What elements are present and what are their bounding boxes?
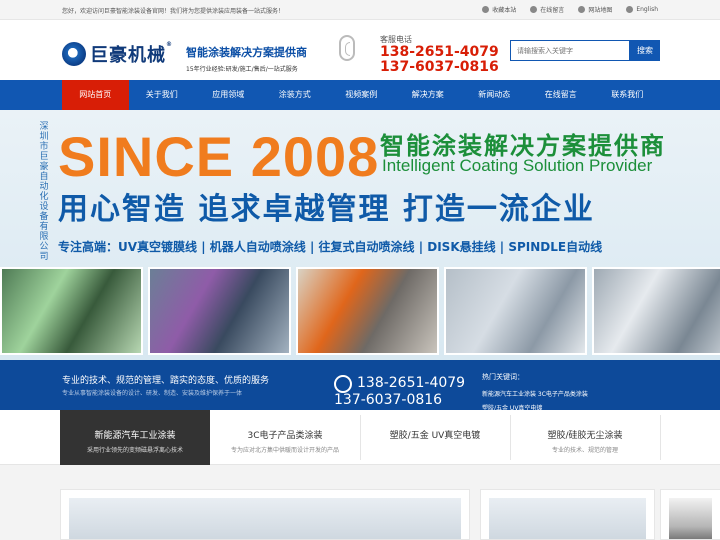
product-image [489, 498, 646, 539]
nav-coating-methods[interactable]: 涂装方式 [262, 80, 329, 110]
service-line-2: 专业从事智能涂装设备的设计、研发、制造、安装及维护保养于一体 [62, 390, 243, 397]
logo-mark-icon [62, 42, 86, 66]
factory-photo [0, 267, 143, 355]
hotline: 客服电话 138-2651-4079 137-6037-0816 [380, 34, 499, 75]
english-link[interactable]: English [626, 5, 658, 14]
product-image [69, 498, 461, 539]
hot-keywords: 热门关键词： 新能源汽车工业涂装 3C电子产品类涂装 塑胶/五金 UV真空电镀 [474, 360, 720, 412]
phone-icon [334, 375, 352, 393]
tab-divider [660, 415, 661, 460]
factory-photo [444, 267, 587, 355]
bookmark-link[interactable]: 收藏本站 [482, 5, 516, 14]
message-label: 在线留言 [540, 7, 565, 14]
star-icon [482, 6, 490, 13]
message-link[interactable]: 在线留言 [530, 5, 564, 14]
message-icon [530, 6, 538, 13]
top-links: 收藏本站 在线留言 网站地图 English [482, 5, 658, 14]
product-card[interactable] [660, 489, 720, 540]
product-gallery [0, 465, 720, 540]
factory-photo [296, 267, 439, 355]
sitemap-link[interactable]: 网站地图 [578, 5, 612, 14]
factory-photo [148, 267, 291, 355]
slogan-sub: 15年行业经验:研发/施工/售后/一站式服务 [186, 66, 298, 73]
tab-dustfree-coating[interactable]: 塑胶/硅胶无尘涂装 专业的技术、规范的管理 [510, 410, 660, 465]
welcome-text: 您好，欢迎访问巨豪智能涂装设备官网！我们将为您提供涂装应用装备一站式服务！ [62, 8, 285, 15]
logo-text: 巨豪机械® [90, 41, 173, 67]
hotline-phone-1: 138-2651-4079 [380, 44, 499, 60]
banner-en-title: Intelligent Coating Solution Provider [382, 156, 653, 175]
nav-applications[interactable]: 应用领域 [195, 80, 262, 110]
tab-ev-coating[interactable]: 新能源汽车工业涂装 采用行业领先的变频磁悬浮离心技术 [60, 410, 210, 471]
globe-icon [626, 6, 634, 13]
category-tabs: 新能源汽车工业涂装 采用行业领先的变频磁悬浮离心技术 3C电子产品类涂装 专为应… [0, 410, 720, 471]
logo-name: 巨豪机械 [90, 45, 166, 66]
nav-about[interactable]: 关于我们 [129, 80, 196, 110]
english-label: English [636, 6, 658, 13]
factory-photo [592, 267, 720, 355]
tab-3c-coating[interactable]: 3C电子产品类涂装 专为应对北方集中供暖而设计开发的产品 [210, 410, 360, 465]
search-button[interactable]: 搜索 [630, 40, 660, 61]
logo[interactable]: 巨豪机械® [62, 41, 173, 67]
registered-mark: ® [166, 41, 173, 48]
nav-solutions[interactable]: 解决方案 [395, 80, 462, 110]
banner-photos [0, 267, 720, 355]
hot-keywords-title: 热门关键词： [482, 373, 524, 381]
tab-uv-vacuum[interactable]: 塑胶/五金 UV真空电镀 [360, 410, 510, 465]
tab-title: 塑胶/五金 UV真空电镀 [389, 431, 481, 441]
tab-desc: 采用行业领先的变频磁悬浮离心技术 [86, 447, 183, 454]
nav-news[interactable]: 新闻动态 [461, 80, 528, 110]
banner-focus: 专注高端：UV真空镀膜线 | 机器人自动喷涂线 | 往复式自动喷涂线 | DIS… [58, 240, 603, 254]
nav-home[interactable]: 网站首页 [62, 80, 129, 110]
search-input[interactable] [510, 40, 630, 61]
slogan: 智能涂装解决方案提供商 15年行业经验:研发/施工/售后/一站式服务 [186, 44, 307, 73]
header: 巨豪机械® 智能涂装解决方案提供商 15年行业经验:研发/施工/售后/一站式服务… [0, 20, 720, 80]
main-nav: 网站首页 关于我们 应用领域 涂装方式 视频案例 解决方案 新闻动态 在线留言 … [0, 80, 720, 110]
product-image [669, 498, 712, 539]
search-box: 搜索 [510, 40, 660, 61]
phone-icon [339, 35, 355, 61]
band-phone-1: 138-2651-4079 [357, 375, 466, 391]
nav-message[interactable]: 在线留言 [528, 80, 595, 110]
band-phone-2: 137-6037-0816 [334, 392, 443, 408]
tab-title: 塑胶/硅胶无尘涂装 [547, 431, 623, 441]
product-card[interactable] [60, 489, 470, 540]
top-bar: 您好，欢迎访问巨豪智能涂装设备官网！我们将为您提供涂装应用装备一站式服务！ 收藏… [0, 0, 720, 20]
sitemap-label: 网站地图 [588, 7, 613, 14]
bookmark-label: 收藏本站 [492, 7, 517, 14]
sitemap-icon [578, 6, 586, 13]
banner-slogan: 用心智造 追求卓越管理 打造一流企业 [58, 192, 595, 227]
since-text: SINCE 2008 [58, 125, 380, 188]
tab-title: 3C电子产品类涂装 [247, 431, 323, 441]
tab-desc: 专业的技术、规范的管理 [551, 447, 618, 454]
hero-banner[interactable]: 深圳市巨豪自动化设备有限公司 SINCE 2008 智能涂装解决方案提供商 In… [0, 110, 720, 360]
slogan-main: 智能涂装解决方案提供商 [186, 46, 307, 59]
service-line-1: 专业的技术、规范的管理、踏实的态度、优质的服务 [62, 376, 270, 386]
nav-video-cases[interactable]: 视频案例 [328, 80, 395, 110]
hotline-phone-2: 137-6037-0816 [380, 59, 499, 75]
product-card[interactable] [480, 489, 655, 540]
hot-keywords-line-1[interactable]: 新能源汽车工业涂装 3C电子产品类涂装 [482, 389, 588, 398]
tab-title: 新能源汽车工业涂装 [94, 431, 176, 441]
tab-desc: 专为应对北方集中供暖而设计开发的产品 [230, 447, 339, 454]
company-vertical-text: 深圳市巨豪自动化设备有限公司 [39, 122, 49, 262]
nav-contact[interactable]: 联系我们 [594, 80, 661, 110]
